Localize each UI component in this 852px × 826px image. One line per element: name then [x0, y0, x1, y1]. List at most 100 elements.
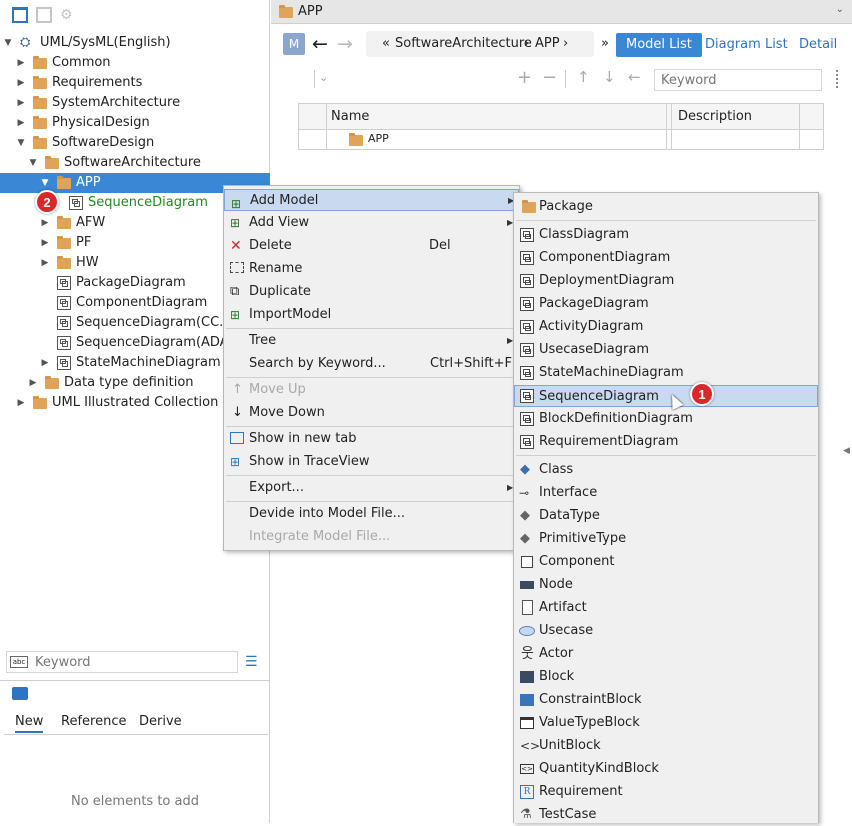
menu-item-add-view[interactable]: ⊞ Add View ▶ — [224, 212, 519, 234]
column-header-description[interactable]: Description — [678, 109, 752, 124]
menu-item-unitblock[interactable]: <> UnitBlock — [514, 735, 818, 757]
breadcrumb-item-softwarearchitecture[interactable]: SoftwareArchitecture — [395, 31, 532, 57]
expand-arrow-icon[interactable]: ▶ — [40, 253, 50, 273]
menu-item-valuetypeblock[interactable]: ValueTypeBlock — [514, 712, 818, 734]
menu-item-requirementdiagram[interactable]: RequirementDiagram — [514, 431, 818, 453]
menu-item-node[interactable]: Node — [514, 574, 818, 596]
menu-item-add-model[interactable]: ⊞ Add Model ▶ — [224, 189, 519, 211]
menu-item-sequencediagram[interactable]: SequenceDiagram — [514, 385, 818, 407]
tree-item-softwaredesign[interactable]: ▼ SoftwareDesign — [0, 133, 270, 153]
expand-arrow-icon[interactable]: ▶ — [16, 73, 26, 93]
add-icon[interactable]: + — [517, 67, 532, 88]
diagram-list-button[interactable]: Diagram List — [705, 33, 788, 57]
expand-arrow-icon[interactable]: ▶ — [40, 213, 50, 233]
table-row[interactable]: APP — [327, 131, 666, 149]
menu-item-requirement[interactable]: R Requirement — [514, 781, 818, 803]
menu-item-actor[interactable]: 웃 Actor — [514, 643, 818, 665]
collapse-arrow-icon[interactable]: ▼ — [16, 133, 26, 153]
menu-item-delete[interactable]: ✕ Delete Del — [224, 235, 519, 257]
menu-item-primitivetype[interactable]: ◆ PrimitiveType — [514, 528, 818, 550]
requirement-icon: R — [520, 785, 534, 799]
menu-item-duplicate[interactable]: ⧉ Duplicate — [224, 281, 519, 303]
package-view-icon[interactable] — [36, 7, 52, 23]
menu-item-class[interactable]: ◆ Class — [514, 459, 818, 481]
list-search-input[interactable] — [654, 69, 822, 91]
expand-arrow-icon[interactable]: ▶ — [16, 53, 26, 73]
tab-reference[interactable]: Reference — [61, 711, 126, 733]
expand-arrow-icon[interactable]: ▼ — [3, 33, 13, 53]
tab-derive[interactable]: Derive — [139, 711, 182, 733]
expand-arrow-icon[interactable]: ▶ — [28, 373, 38, 393]
menu-item-usecase[interactable]: Usecase — [514, 620, 818, 642]
menu-item-interface[interactable]: ⊸ Interface — [514, 482, 818, 504]
menu-item-blockdefinitiondiagram[interactable]: BlockDefinitionDiagram — [514, 408, 818, 430]
filter-options-icon[interactable]: ☰ — [245, 654, 261, 670]
menu-item-artifact[interactable]: Artifact — [514, 597, 818, 619]
menu-item-tree[interactable]: Tree ▶ — [224, 330, 519, 352]
chevron-down-icon[interactable]: ⌄ — [836, 4, 844, 15]
expand-arrow-icon[interactable]: ▶ — [16, 113, 26, 133]
menu-item-devide-into-model-file[interactable]: Devide into Model File... — [224, 503, 519, 525]
model-badge[interactable]: M — [283, 33, 305, 55]
move-left-icon[interactable]: ← — [628, 68, 641, 86]
chevron-down-icon[interactable]: ⌄ — [319, 71, 328, 84]
menu-item-datatype[interactable]: ◆ DataType — [514, 505, 818, 527]
menu-item-activitydiagram[interactable]: ActivityDiagram — [514, 316, 818, 338]
menu-item-statemachinediagram[interactable]: StateMachineDiagram — [514, 362, 818, 384]
constraint-block-icon — [520, 694, 534, 706]
expand-arrow-icon[interactable]: ▶ — [40, 353, 50, 373]
tree-item-common[interactable]: ▶ Common — [0, 53, 270, 73]
menu-item-importmodel[interactable]: ⊞ ImportModel — [224, 304, 519, 326]
menu-item-usecasediagram[interactable]: UsecaseDiagram — [514, 339, 818, 361]
tree-item-label: SystemArchitecture — [52, 95, 181, 110]
breadcrumb-item-app[interactable]: APP — [535, 31, 560, 57]
column-header-name[interactable]: Name — [331, 109, 369, 124]
tree-item-physicaldesign[interactable]: ▶ PhysicalDesign — [0, 113, 270, 133]
menu-label: RequirementDiagram — [539, 434, 679, 449]
tree-search-input[interactable] — [33, 653, 233, 671]
menu-item-move-down[interactable]: ↓ Move Down — [224, 402, 519, 424]
menu-shortcut: Del — [429, 238, 451, 253]
back-arrow-icon[interactable]: ← — [312, 31, 328, 57]
hierarchy-icon[interactable]: ⚙ — [60, 7, 76, 23]
expand-arrow-icon[interactable]: ▶ — [40, 233, 50, 253]
collapse-arrow-icon[interactable]: ▼ — [28, 153, 38, 173]
column-resizer[interactable] — [666, 104, 672, 149]
menu-item-quantitykindblock[interactable]: <> QuantityKindBlock — [514, 758, 818, 780]
menu-item-search-by-keyword[interactable]: Search by Keyword... Ctrl+Shift+F — [224, 353, 519, 375]
move-down-icon[interactable]: ↓ — [603, 68, 616, 86]
remove-icon[interactable]: − — [542, 67, 557, 88]
menu-item-rename[interactable]: Rename — [224, 258, 519, 280]
tree-root[interactable]: ▼ ⛭ UML/SysML(English) — [0, 33, 270, 53]
menu-item-deploymentdiagram[interactable]: DeploymentDiagram — [514, 270, 818, 292]
model-list-button[interactable]: Model List — [616, 33, 702, 57]
tree-item-systemarchitecture[interactable]: ▶ SystemArchitecture — [0, 93, 270, 113]
menu-label: StateMachineDiagram — [539, 365, 684, 380]
tree-item-requirements[interactable]: ▶ Requirements — [0, 73, 270, 93]
collapse-side-panel-icon[interactable]: ◀ — [843, 446, 850, 456]
menu-item-show-in-new-tab[interactable]: Show in new tab — [224, 428, 519, 450]
menu-item-component[interactable]: Component — [514, 551, 818, 573]
tab-new[interactable]: New — [15, 711, 44, 733]
document-tab[interactable]: APP ⌄ — [271, 0, 852, 24]
forward-arrow-icon[interactable]: → — [337, 31, 353, 57]
detail-button[interactable]: Detail — [799, 33, 837, 57]
menu-item-package[interactable]: Package — [514, 196, 818, 218]
menu-item-classdiagram[interactable]: ClassDiagram — [514, 224, 818, 246]
menu-item-componentdiagram[interactable]: ComponentDiagram — [514, 247, 818, 269]
menu-item-packagediagram[interactable]: PackageDiagram — [514, 293, 818, 315]
menu-item-constraintblock[interactable]: ConstraintBlock — [514, 689, 818, 711]
expand-arrow-icon[interactable]: ▶ — [16, 93, 26, 113]
menu-item-testcase[interactable]: ⚗ TestCase — [514, 804, 818, 824]
folder-icon — [33, 136, 47, 149]
tree-view-icon[interactable] — [12, 7, 28, 23]
expand-arrow-icon[interactable]: ▶ — [16, 393, 26, 413]
breadcrumb-overflow[interactable]: » — [601, 33, 609, 55]
menu-item-block[interactable]: Block — [514, 666, 818, 688]
tree-item-label: ComponentDiagram — [76, 295, 208, 310]
menu-item-show-in-traceview[interactable]: ⊞ Show in TraceView — [224, 451, 519, 473]
tree-item-softwarearchitecture[interactable]: ▼ SoftwareArchitecture — [0, 153, 270, 173]
move-up-icon[interactable]: ↑ — [577, 68, 590, 86]
menu-item-export[interactable]: Export... ▶ — [224, 477, 519, 499]
sequence-diagram-icon — [69, 196, 83, 210]
